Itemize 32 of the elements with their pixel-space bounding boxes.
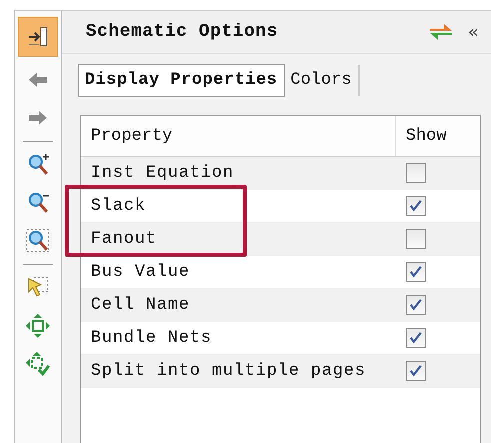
zoom-fit-icon	[26, 229, 50, 253]
check-icon	[409, 298, 423, 312]
column-header: Property	[81, 116, 396, 156]
tab[interactable]: Display Properties	[78, 64, 285, 97]
box-check-icon	[26, 352, 50, 376]
check-icon	[409, 331, 423, 345]
check-icon	[409, 199, 423, 213]
checkbox[interactable]	[406, 328, 426, 348]
property-name: Cell Name	[90, 296, 192, 314]
check-icon	[409, 265, 423, 279]
check-icon	[409, 364, 423, 378]
property-name: Bundle Nets	[90, 328, 214, 348]
checkbox[interactable]	[406, 295, 426, 315]
dock-icon	[26, 25, 50, 49]
property-name: Inst Equation	[90, 164, 236, 182]
expand-box-icon	[26, 314, 50, 338]
checkbox[interactable]	[406, 163, 426, 183]
property-name: Slack	[90, 196, 148, 216]
property-name: Fanout	[90, 230, 158, 248]
checkbox[interactable]	[406, 196, 426, 216]
checkbox[interactable]	[406, 361, 426, 381]
dock-panel-button[interactable]	[18, 17, 58, 57]
collapse-button[interactable]: «	[466, 22, 481, 42]
tab[interactable]: Colors	[284, 65, 360, 96]
zoom-in-icon	[26, 153, 50, 177]
panel-title: Schematic Options	[86, 22, 280, 42]
property-name: Split into multiple pages	[90, 362, 368, 380]
property-name: Bus Value	[90, 262, 192, 282]
checkbox[interactable]	[406, 262, 426, 282]
zoom-out-icon	[26, 191, 50, 215]
checkbox[interactable]	[406, 229, 426, 249]
column-header: Show	[405, 126, 448, 148]
